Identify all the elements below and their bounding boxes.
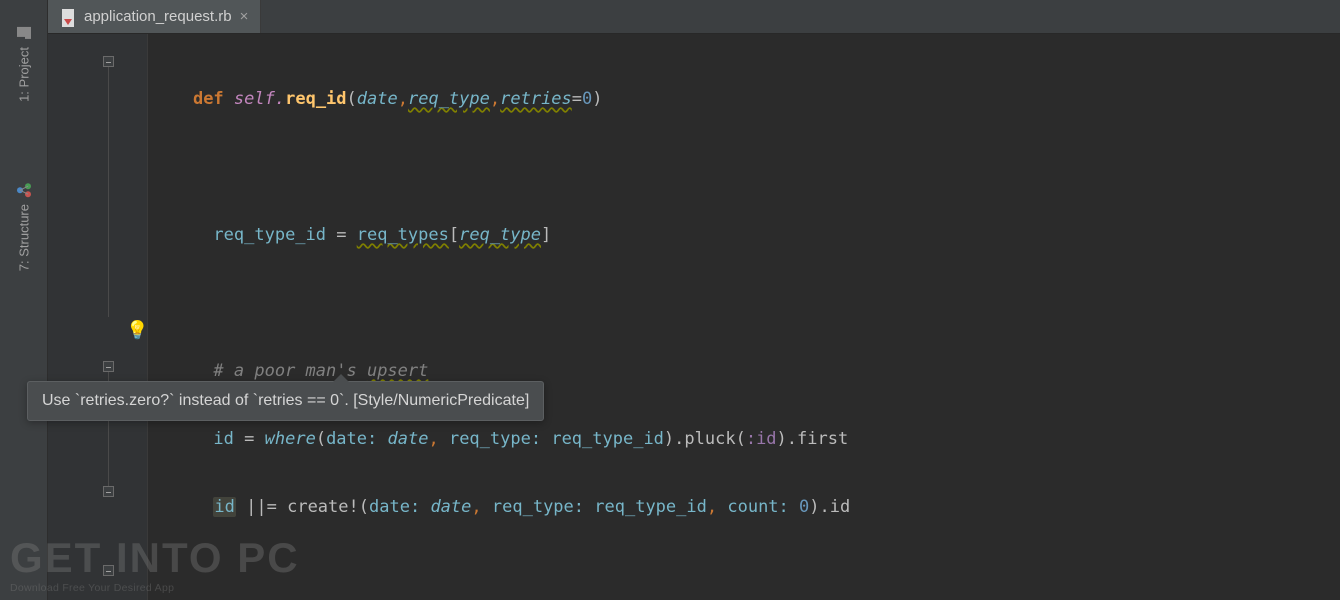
- intention-bulb-icon[interactable]: 💡: [126, 320, 148, 341]
- code-line: id = where(date: date, req_type: req_typ…: [148, 422, 1340, 456]
- inspection-tooltip: Use `retries.zero?` instead of `retries …: [27, 381, 544, 421]
- watermark-title: GET INTO PC: [10, 534, 300, 582]
- project-label: 1: Project: [16, 47, 31, 102]
- editor-area[interactable]: 💡 def self.req_id(date,req_type,retries=…: [48, 34, 1340, 600]
- code-line: req_type_id = req_types[req_type]: [148, 218, 1340, 252]
- code-line: [148, 286, 1340, 320]
- project-tool-button[interactable]: 1: Project: [16, 25, 32, 102]
- fold-marker[interactable]: [103, 486, 114, 497]
- code-line: id ||= create!(date: date, req_type: req…: [148, 490, 1340, 524]
- tab-close-icon[interactable]: ×: [240, 8, 249, 25]
- structure-tool-button[interactable]: 7: Structure: [16, 182, 32, 271]
- fold-guide: [108, 67, 109, 317]
- ruby-file-icon: [60, 9, 76, 25]
- editor-tab[interactable]: application_request.rb ×: [48, 0, 261, 33]
- tool-sidebar: 1: Project 7: Structure: [0, 0, 48, 600]
- code-line: [148, 558, 1340, 592]
- code-line: [148, 150, 1340, 184]
- watermark: GET INTO PC Download Free Your Desired A…: [10, 534, 300, 594]
- structure-label: 7: Structure: [16, 204, 31, 271]
- code-text[interactable]: def self.req_id(date,req_type,retries=0)…: [148, 34, 1340, 600]
- structure-icon: [16, 182, 32, 198]
- gutter: 💡: [48, 34, 148, 600]
- fold-marker[interactable]: [103, 56, 114, 67]
- tooltip-text: Use `retries.zero?` instead of `retries …: [42, 392, 529, 409]
- editor-tab-bar: application_request.rb ×: [48, 0, 1340, 34]
- folder-icon: [16, 25, 32, 41]
- watermark-subtitle: Download Free Your Desired App: [10, 582, 300, 594]
- fold-marker[interactable]: [103, 361, 114, 372]
- tab-filename: application_request.rb: [84, 8, 232, 25]
- code-line: def self.req_id(date,req_type,retries=0): [148, 82, 1340, 116]
